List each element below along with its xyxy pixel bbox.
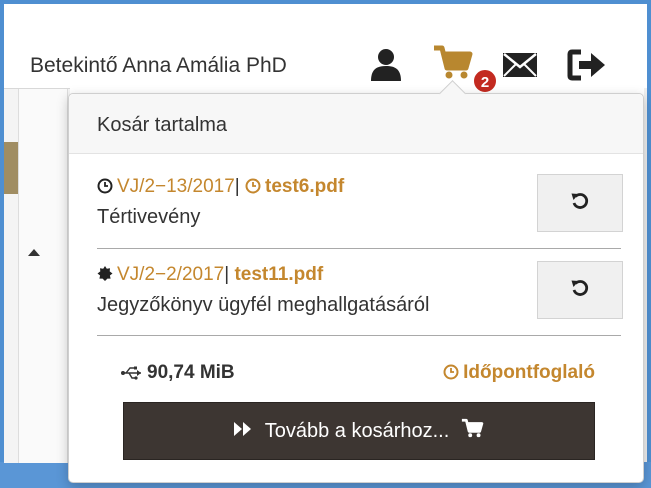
user-name[interactable]: Betekintő Anna Amália PhD: [30, 54, 287, 78]
clock-icon: [97, 178, 113, 200]
background-button: [4, 142, 18, 194]
cart-icon[interactable]: [433, 44, 475, 80]
background-column: [18, 89, 68, 463]
cart-count-badge: 2: [472, 68, 498, 94]
cart-summary: 90,74 MiB Időpontfoglaló: [121, 362, 595, 388]
file-name-link[interactable]: test6.pdf: [265, 176, 344, 197]
badge-icon: [97, 266, 113, 288]
cart-title: Kosár tartalma: [97, 114, 228, 136]
remove-item-button[interactable]: [537, 174, 623, 232]
undo-icon: [570, 278, 590, 303]
usb-icon: [121, 364, 143, 386]
item-divider: [97, 335, 621, 336]
background-table: [4, 88, 70, 463]
remove-item-button[interactable]: [537, 261, 623, 319]
separator: |: [224, 264, 230, 285]
case-id-link[interactable]: VJ/2−13/2017: [117, 176, 235, 197]
logout-icon[interactable]: [567, 49, 607, 81]
undo-icon: [570, 191, 590, 216]
booking-label: Időpontfoglaló: [463, 362, 595, 383]
total-size-value: 90,74 MiB: [147, 362, 235, 383]
separator: |: [234, 176, 240, 197]
envelope-icon[interactable]: [502, 52, 538, 78]
cart-dropdown: Kosár tartalma VJ/2−13/2017| test6.pdf T…: [68, 80, 644, 483]
clock-icon: [245, 178, 261, 200]
proceed-label: Tovább a kosárhoz...: [264, 419, 450, 442]
sort-up-icon[interactable]: [28, 249, 40, 256]
cart-icon: [461, 418, 485, 444]
booking-link[interactable]: Időpontfoglaló: [443, 362, 595, 386]
item-divider: [97, 248, 621, 249]
user-icon[interactable]: [368, 48, 404, 82]
background-edge: [644, 88, 647, 462]
top-header: Betekintő Anna Amália PhD 2: [4, 4, 647, 94]
total-size: 90,74 MiB: [121, 362, 235, 386]
file-name-link[interactable]: test11.pdf: [234, 264, 323, 285]
proceed-to-cart-button[interactable]: Tovább a kosárhoz...: [123, 402, 595, 460]
clock-icon: [443, 364, 459, 386]
fast-forward-icon: [233, 420, 253, 443]
case-id-link[interactable]: VJ/2−2/2017: [117, 264, 224, 285]
